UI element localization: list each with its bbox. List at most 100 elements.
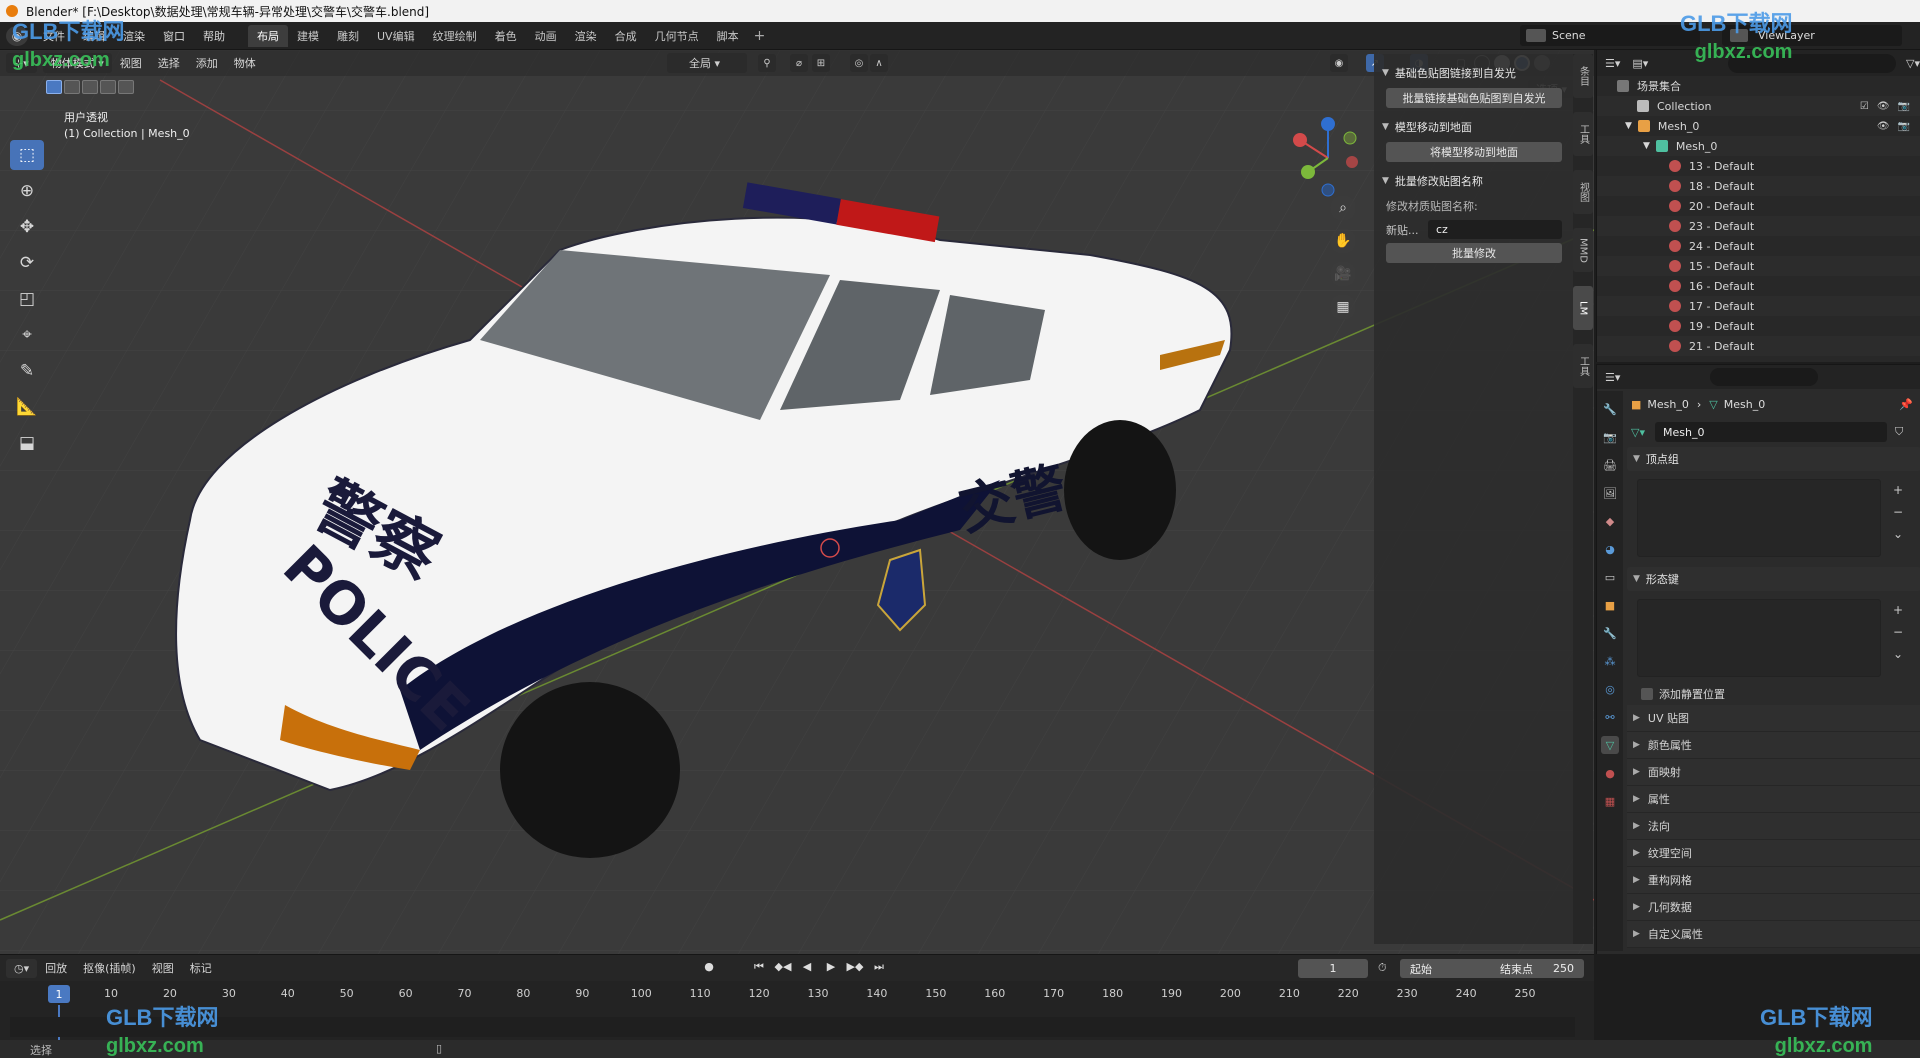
constraints-tab-icon[interactable]: ⚯ [1601, 708, 1619, 726]
tab-scripting[interactable]: 脚本 [708, 25, 748, 47]
camera-view-icon[interactable]: 🎥 [1330, 261, 1356, 287]
tab-compositing[interactable]: 合成 [606, 25, 646, 47]
tab-tool-2[interactable]: 工具 [1573, 344, 1593, 388]
falloff-icon[interactable]: ∧ [870, 54, 888, 72]
modifier-tab-icon[interactable]: 🔧 [1601, 624, 1619, 642]
outliner-material[interactable]: 17 - Default [1597, 296, 1920, 316]
menu-timeline-view[interactable]: 视图 [144, 960, 182, 976]
select-box-tool-icon[interactable]: ⬚ [10, 140, 44, 170]
outliner-material[interactable]: 21 - Default [1597, 336, 1920, 356]
menu-keying[interactable]: 抠像(插帧) [75, 960, 144, 976]
collection-tab-icon[interactable]: ▭ [1601, 568, 1619, 586]
outliner-editor-icon[interactable]: ☰▾ [1605, 57, 1620, 70]
shape-key-list[interactable] [1637, 599, 1881, 677]
scene-selector[interactable]: Scene [1520, 25, 1700, 46]
batch-modify-button[interactable]: 批量修改 [1386, 243, 1562, 263]
panel-shape-keys[interactable]: ▼ 形态键 [1627, 567, 1920, 591]
menu-marker[interactable]: 标记 [182, 960, 220, 976]
view-layer-tab-icon[interactable]: 🖼 [1601, 484, 1619, 502]
eye-icon[interactable]: 👁 [1877, 121, 1890, 132]
display-mode-icon[interactable]: ▤▾ [1632, 57, 1648, 70]
scene-tab-icon[interactable]: ◆ [1601, 512, 1619, 530]
outliner-material[interactable]: 23 - Default [1597, 216, 1920, 236]
transform-tool-icon[interactable]: ⌖ [10, 320, 44, 350]
select-intersect-icon[interactable] [118, 80, 134, 94]
mesh-name-input[interactable]: Mesh_0 [1654, 422, 1887, 442]
outliner-material[interactable]: 20 - Default [1597, 196, 1920, 216]
select-subtract-icon[interactable] [82, 80, 98, 94]
3d-viewport[interactable]: 警察 POLICE 交警 ⊹▾ 物体模式 ▾ 视图 选择 添加 物体 全局 ▾ … [0, 50, 1594, 954]
tab-tool[interactable]: 工具 [1573, 112, 1593, 156]
annotate-tool-icon[interactable]: ✎ [10, 356, 44, 386]
eye-icon[interactable]: 👁 [1877, 101, 1890, 112]
section-emission-title[interactable]: ▼ 基础色贴图链接到自发光 [1382, 62, 1566, 84]
add-icon[interactable]: + [1893, 603, 1911, 617]
outliner-scene-collection[interactable]: 场景集合 [1597, 76, 1920, 96]
gizmo-x-icon[interactable] [1293, 133, 1307, 147]
menu-add[interactable]: 添加 [188, 55, 226, 71]
outliner-object-mesh[interactable]: ▼ Mesh_0 👁 📷 [1597, 116, 1920, 136]
jump-start-icon[interactable]: ⏮ [750, 960, 768, 974]
chevron-down-icon[interactable]: ⌄ [1893, 647, 1911, 661]
visibility-icon[interactable]: ◉ [1330, 54, 1348, 72]
rotate-tool-icon[interactable]: ⟳ [10, 248, 44, 278]
texture-tab-icon[interactable]: ▦ [1601, 792, 1619, 810]
outliner-material[interactable]: 16 - Default [1597, 276, 1920, 296]
zoom-icon[interactable]: ⌕ [1330, 195, 1356, 221]
filter-icon[interactable]: ▽▾ [1906, 57, 1920, 70]
orthographic-toggle-icon[interactable]: ▦ [1330, 294, 1356, 320]
menu-object[interactable]: 物体 [226, 55, 264, 71]
world-tab-icon[interactable]: ◕ [1601, 540, 1619, 558]
navigation-gizmo[interactable] [1280, 110, 1376, 206]
tab-animation[interactable]: 动画 [526, 25, 566, 47]
camera-icon[interactable]: 📷 [1898, 101, 1910, 112]
panel-custom-properties[interactable]: ▶ 自定义属性 [1627, 921, 1920, 948]
panel-geometry-data[interactable]: ▶ 几何数据 [1627, 894, 1920, 921]
mesh-data-tab-icon[interactable]: ▽ [1601, 736, 1619, 754]
material-tab-icon[interactable]: ● [1601, 764, 1619, 782]
outliner-material[interactable]: 19 - Default [1597, 316, 1920, 336]
outliner-collection[interactable]: Collection ☑ 👁 📷 [1597, 96, 1920, 116]
panel-color-attributes[interactable]: ▶ 颜色属性 [1627, 732, 1920, 759]
camera-icon[interactable]: 📷 [1898, 121, 1910, 132]
measure-tool-icon[interactable]: 📐 [10, 392, 44, 422]
tab-geometry-nodes[interactable]: 几何节点 [646, 25, 708, 47]
chevron-down-icon[interactable]: ▼ [1643, 141, 1650, 151]
menu-window[interactable]: 窗口 [154, 28, 194, 44]
panel-attributes[interactable]: ▶ 属性 [1627, 786, 1920, 813]
section-rename-title[interactable]: ▼ 批量修改贴图名称 [1382, 170, 1566, 192]
tab-item[interactable]: 条目 [1573, 54, 1593, 98]
render-tab-icon[interactable]: 📷 [1601, 428, 1619, 446]
add-rest-position-checkbox[interactable]: 添加静置位置 [1627, 683, 1920, 705]
move-tool-icon[interactable]: ✥ [10, 212, 44, 242]
transform-orientation[interactable]: 全局 ▾ [667, 53, 747, 73]
clock-icon[interactable]: ⏱ [1378, 961, 1387, 975]
menu-select[interactable]: 选择 [150, 55, 188, 71]
cursor-tool-icon[interactable]: ⊕ [10, 176, 44, 206]
remove-icon[interactable]: − [1893, 625, 1911, 639]
tab-shading[interactable]: 着色 [486, 25, 526, 47]
tab-texture-paint[interactable]: 纹理绘制 [424, 25, 486, 47]
playhead[interactable]: 1 [48, 985, 70, 1003]
play-reverse-icon[interactable]: ◀ [798, 960, 816, 974]
checkbox-icon[interactable]: ☑ [1860, 101, 1869, 112]
panel-remesh[interactable]: ▶ 重构网格 [1627, 867, 1920, 894]
panel-vertex-groups[interactable]: ▼ 顶点组 [1627, 447, 1920, 471]
tab-lm[interactable]: LM [1573, 286, 1593, 330]
current-frame-input[interactable]: 1 [1298, 959, 1368, 978]
play-icon[interactable]: ▶ [822, 960, 840, 974]
properties-search-input[interactable] [1710, 368, 1819, 386]
physics-tab-icon[interactable]: ◎ [1601, 680, 1619, 698]
outliner-material[interactable]: 24 - Default [1597, 236, 1920, 256]
gizmo-z-icon[interactable] [1321, 117, 1335, 131]
tab-rendering[interactable]: 渲染 [566, 25, 606, 47]
prev-keyframe-icon[interactable]: ◆◀ [774, 960, 792, 974]
select-new-icon[interactable] [46, 80, 62, 94]
tool-tab-icon[interactable]: 🔧 [1601, 400, 1619, 418]
mesh-browse-icon[interactable]: ▽▾ [1631, 426, 1645, 439]
particles-tab-icon[interactable]: ⁂ [1601, 652, 1619, 670]
vertex-group-list[interactable] [1637, 479, 1881, 557]
timeline-editor-icon[interactable]: ◷▾ [6, 958, 38, 978]
timeline-track[interactable] [10, 1017, 1575, 1037]
remove-icon[interactable]: − [1893, 505, 1911, 519]
